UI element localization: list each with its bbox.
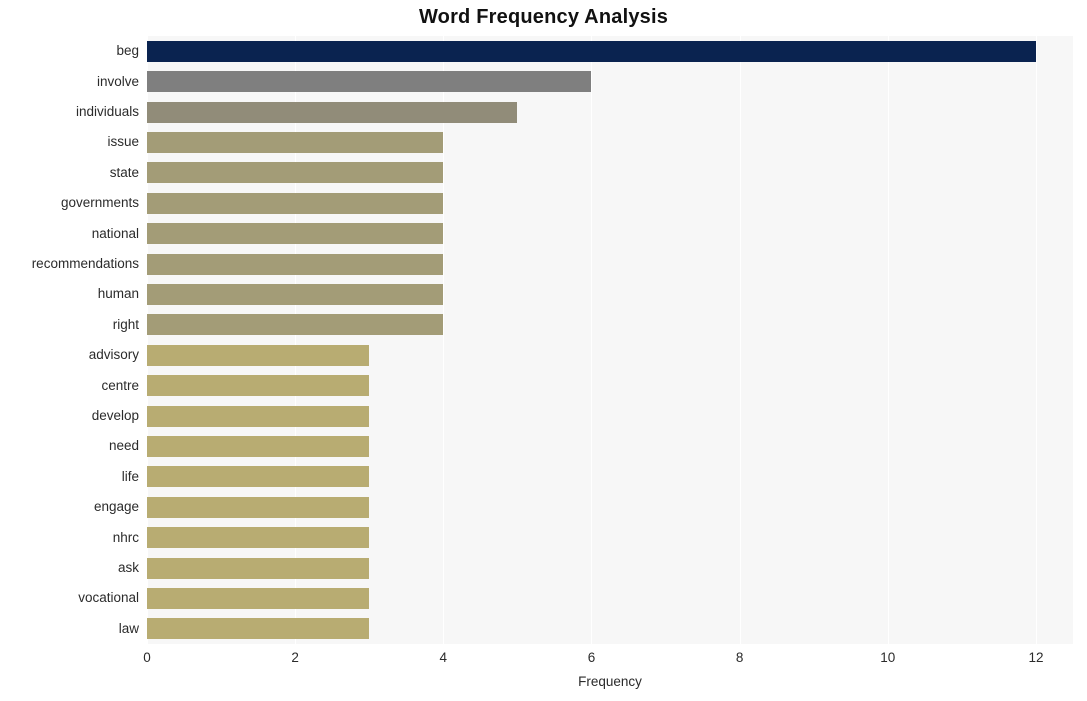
y-axis-tick-label: individuals (75, 104, 139, 119)
y-axis-tick-label: governments (60, 195, 139, 211)
x-axis-tick-label: 6 (587, 650, 596, 665)
chart-title: Word Frequency Analysis (418, 6, 669, 28)
y-axis-tick-label: advisory (88, 347, 139, 363)
x-axis-tick-label: 12 (1028, 650, 1044, 665)
bar[interactable] (147, 131, 444, 153)
y-axis-tick-label: involve (96, 73, 139, 89)
bar[interactable] (147, 283, 444, 305)
x-axis-tick-label: 4 (439, 650, 448, 665)
bar[interactable] (147, 344, 370, 366)
bar[interactable] (147, 435, 370, 457)
y-axis-tick-label: engage (93, 499, 139, 515)
y-axis-tick-label: life (121, 468, 139, 484)
y-axis-tick-label: national (91, 225, 139, 241)
y-axis-tick-label: issue (107, 134, 139, 150)
y-axis-tick-label: nhrc (112, 529, 139, 545)
x-axis-tick-labels: 0 2 4 6 8 10 12 (0, 650, 1087, 670)
bar[interactable] (147, 162, 444, 184)
bar[interactable] (147, 40, 1036, 62)
bar[interactable] (147, 587, 370, 609)
bar-series (147, 36, 1073, 644)
bar[interactable] (147, 71, 592, 93)
bar[interactable] (147, 618, 370, 640)
y-axis-tick-label: right (112, 316, 139, 332)
bar[interactable] (147, 223, 444, 245)
y-axis-tick-label: human (97, 286, 139, 302)
y-axis-tick-label: law (118, 620, 139, 636)
y-axis-tick-label: develop (91, 408, 139, 423)
x-axis-tick-label: 10 (880, 650, 896, 665)
plot-area (147, 36, 1073, 644)
x-axis-title: Frequency (578, 674, 642, 689)
bar[interactable] (147, 101, 518, 123)
y-axis-tick-label: vocational (78, 590, 139, 606)
bar[interactable] (147, 557, 370, 579)
bar[interactable] (147, 405, 370, 427)
x-axis-tick-label: 8 (735, 650, 744, 665)
bar[interactable] (147, 466, 370, 488)
bar[interactable] (147, 253, 444, 275)
y-axis-tick-label: state (109, 164, 139, 180)
bar[interactable] (147, 527, 370, 549)
y-axis-tick-label: recommendations (31, 256, 139, 271)
y-axis-tick-label: beg (116, 43, 139, 59)
x-axis-tick-label: 0 (143, 650, 151, 665)
bar[interactable] (147, 496, 370, 518)
y-axis-tick-label: ask (117, 560, 139, 575)
y-axis-tick-label: need (108, 438, 139, 454)
bar[interactable] (147, 375, 370, 397)
bar[interactable] (147, 192, 444, 214)
y-axis-tick-label: centre (101, 377, 139, 393)
y-axis-tick-labels: beg involve individuals issue state governmen… (0, 36, 139, 644)
chart-figure: Word Frequency Analysis beg involve indivi… (0, 0, 1087, 701)
x-axis-tick-label: 2 (291, 650, 299, 665)
bar[interactable] (147, 314, 444, 336)
